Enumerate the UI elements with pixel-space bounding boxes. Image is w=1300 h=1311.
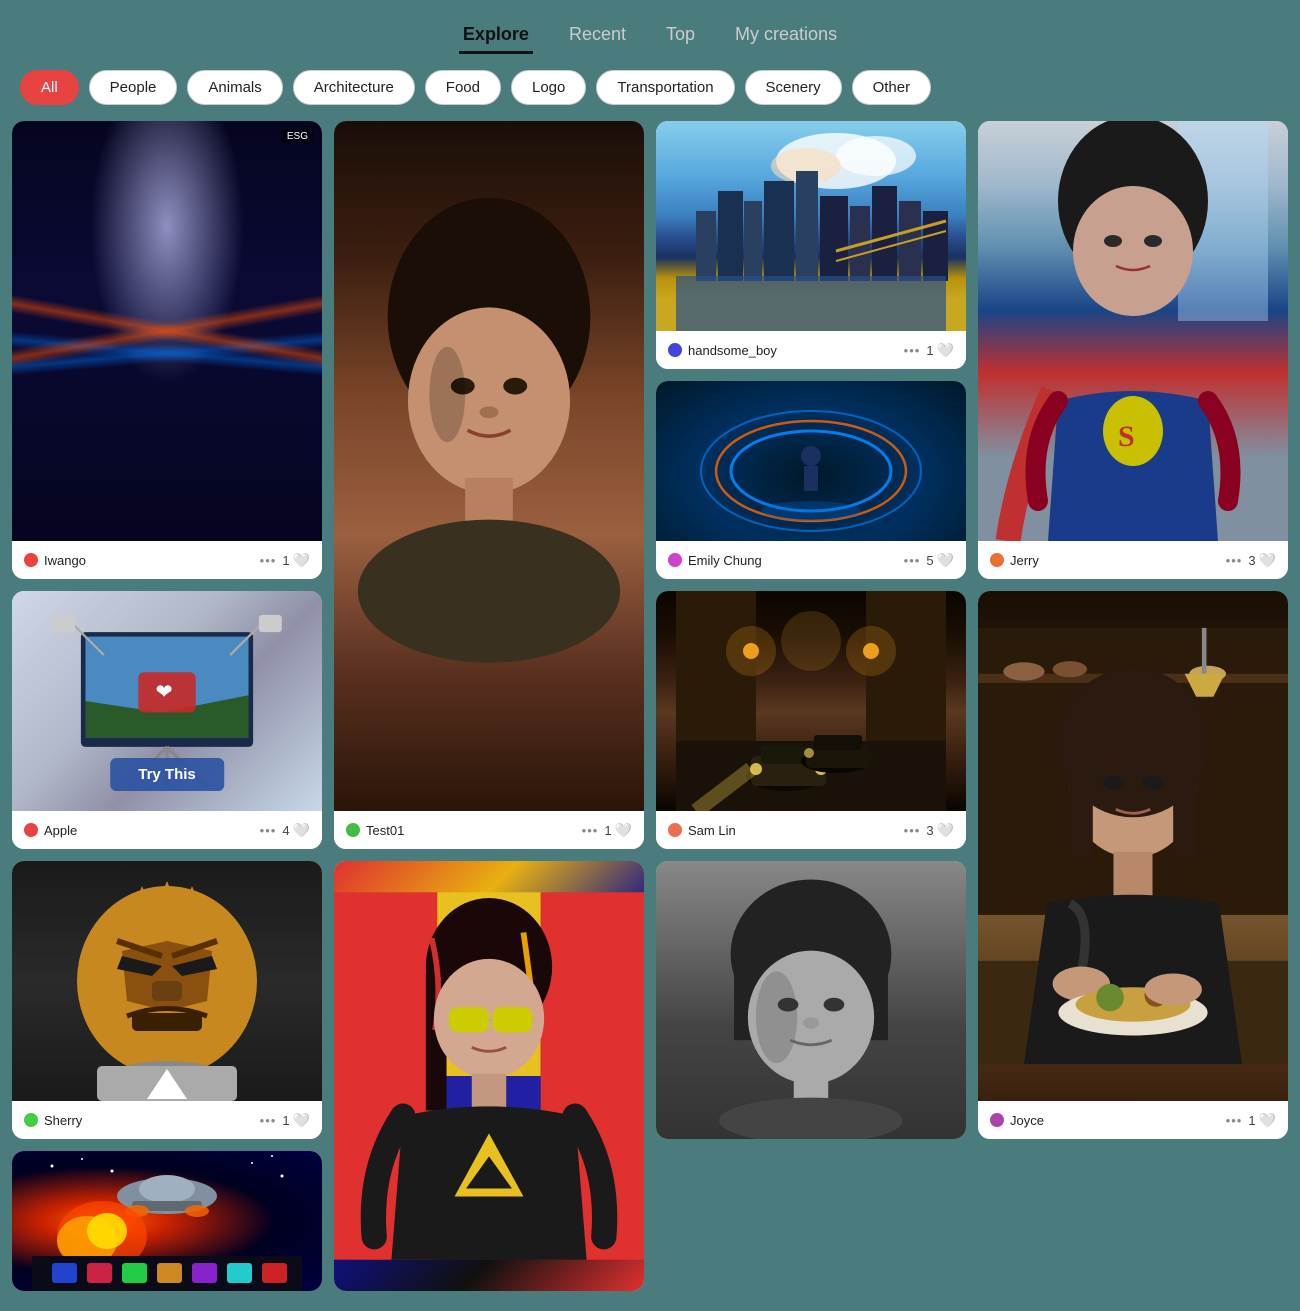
card-image bbox=[656, 381, 966, 541]
card-likes: 3 🤍 bbox=[1248, 552, 1276, 569]
card-footer: Sam Lin ••• 3 🤍 bbox=[656, 811, 966, 849]
card-likes: 3 🤍 bbox=[926, 822, 954, 839]
filter-people[interactable]: People bbox=[89, 70, 178, 105]
card-image bbox=[12, 861, 322, 1101]
card-likes: 1 🤍 bbox=[282, 552, 310, 569]
heart-icon[interactable]: 🤍 bbox=[1259, 552, 1276, 569]
card-image: ESG bbox=[12, 121, 322, 541]
heart-icon[interactable]: 🤍 bbox=[937, 822, 954, 839]
heart-icon[interactable]: 🤍 bbox=[937, 552, 954, 569]
card-username: Test01 bbox=[366, 823, 576, 838]
filter-bar: All People Animals Architecture Food Log… bbox=[0, 54, 1300, 121]
card-handsome-boy[interactable]: handsome_boy ••• 1 🤍 bbox=[656, 121, 966, 369]
avatar bbox=[668, 553, 682, 567]
card-image: ❤ Try This bbox=[12, 591, 322, 811]
card-footer: Emily Chung ••• 5 🤍 bbox=[656, 541, 966, 579]
card-username: Sherry bbox=[44, 1113, 254, 1128]
tab-explore[interactable]: Explore bbox=[459, 18, 533, 54]
card-footer: Test01 ••• 1 🤍 bbox=[334, 811, 644, 849]
heart-icon[interactable]: 🤍 bbox=[1259, 1112, 1276, 1129]
card-space[interactable] bbox=[12, 1151, 322, 1291]
avatar bbox=[24, 553, 38, 567]
card-test01[interactable]: Test01 ••• 1 🤍 bbox=[334, 121, 644, 849]
card-likes: 1 🤍 bbox=[604, 822, 632, 839]
filter-scenery[interactable]: Scenery bbox=[745, 70, 842, 105]
card-username: Apple bbox=[44, 823, 254, 838]
card-image bbox=[656, 861, 966, 1139]
card-likes: 1 🤍 bbox=[1248, 1112, 1276, 1129]
card-dots[interactable]: ••• bbox=[260, 553, 277, 568]
card-dots[interactable]: ••• bbox=[904, 553, 921, 568]
try-this-overlay[interactable]: Try This bbox=[110, 758, 224, 791]
esg-badge: ESG bbox=[281, 129, 314, 144]
svg-text:S: S bbox=[1118, 420, 1135, 453]
card-username: Iwango bbox=[44, 553, 254, 568]
filter-food[interactable]: Food bbox=[425, 70, 501, 105]
card-image bbox=[334, 121, 644, 811]
card-image: S bbox=[978, 121, 1288, 541]
avatar bbox=[24, 1113, 38, 1127]
card-joyce[interactable]: Joyce ••• 1 🤍 bbox=[978, 591, 1288, 1139]
card-iwango[interactable]: ESG Iwango ••• 1 🤍 bbox=[12, 121, 322, 579]
tab-my-creations[interactable]: My creations bbox=[731, 18, 841, 54]
card-footer: Jerry ••• 3 🤍 bbox=[978, 541, 1288, 579]
card-username: Jerry bbox=[1010, 553, 1220, 568]
filter-logo[interactable]: Logo bbox=[511, 70, 586, 105]
card-woman-bw[interactable] bbox=[656, 861, 966, 1139]
card-dots[interactable]: ••• bbox=[904, 343, 921, 358]
filter-animals[interactable]: Animals bbox=[187, 70, 282, 105]
heart-icon[interactable]: 🤍 bbox=[293, 1112, 310, 1129]
filter-architecture[interactable]: Architecture bbox=[293, 70, 415, 105]
heart-icon[interactable]: 🤍 bbox=[293, 552, 310, 569]
card-sherry[interactable]: Sherry ••• 1 🤍 bbox=[12, 861, 322, 1139]
card-footer: Iwango ••• 1 🤍 bbox=[12, 541, 322, 579]
card-jerry[interactable]: S Jerry ••• 3 🤍 bbox=[978, 121, 1288, 579]
avatar bbox=[24, 823, 38, 837]
card-likes: 4 🤍 bbox=[282, 822, 310, 839]
image-grid: ESG Iwango ••• 1 🤍 bbox=[0, 121, 1300, 1311]
card-footer: Joyce ••• 1 🤍 bbox=[978, 1101, 1288, 1139]
card-sam-lin[interactable]: Sam Lin ••• 3 🤍 bbox=[656, 591, 966, 849]
card-image bbox=[656, 591, 966, 811]
card-dots[interactable]: ••• bbox=[1226, 553, 1243, 568]
card-image bbox=[334, 861, 644, 1291]
card-footer: handsome_boy ••• 1 🤍 bbox=[656, 331, 966, 369]
card-dots[interactable]: ••• bbox=[260, 823, 277, 838]
card-dots[interactable]: ••• bbox=[1226, 1113, 1243, 1128]
avatar bbox=[346, 823, 360, 837]
svg-text:❤: ❤ bbox=[156, 681, 173, 704]
heart-icon[interactable]: 🤍 bbox=[615, 822, 632, 839]
card-username: Joyce bbox=[1010, 1113, 1220, 1128]
avatar bbox=[990, 1113, 1004, 1127]
tab-top[interactable]: Top bbox=[662, 18, 699, 54]
tab-recent[interactable]: Recent bbox=[565, 18, 630, 54]
card-image bbox=[12, 1151, 322, 1291]
card-username: Emily Chung bbox=[688, 553, 898, 568]
card-emily-chung[interactable]: Emily Chung ••• 5 🤍 bbox=[656, 381, 966, 579]
card-dots[interactable]: ••• bbox=[260, 1113, 277, 1128]
avatar bbox=[668, 343, 682, 357]
card-image bbox=[978, 591, 1288, 1101]
card-image bbox=[656, 121, 966, 331]
card-footer: Sherry ••• 1 🤍 bbox=[12, 1101, 322, 1139]
filter-transportation[interactable]: Transportation bbox=[596, 70, 734, 105]
nav-tabs: Explore Recent Top My creations bbox=[0, 0, 1300, 54]
card-apple[interactable]: ❤ Try This Apple ••• 4 🤍 bbox=[12, 591, 322, 849]
card-footer: Apple ••• 4 🤍 bbox=[12, 811, 322, 849]
heart-icon[interactable]: 🤍 bbox=[293, 822, 310, 839]
card-username: handsome_boy bbox=[688, 343, 898, 358]
heart-icon[interactable]: 🤍 bbox=[937, 342, 954, 359]
card-superhero-woman[interactable] bbox=[334, 861, 644, 1291]
card-dots[interactable]: ••• bbox=[904, 823, 921, 838]
card-likes: 1 🤍 bbox=[926, 342, 954, 359]
filter-all[interactable]: All bbox=[20, 70, 79, 105]
card-dots[interactable]: ••• bbox=[582, 823, 599, 838]
card-likes: 1 🤍 bbox=[282, 1112, 310, 1129]
card-likes: 5 🤍 bbox=[926, 552, 954, 569]
card-username: Sam Lin bbox=[688, 823, 898, 838]
avatar bbox=[668, 823, 682, 837]
filter-other[interactable]: Other bbox=[852, 70, 932, 105]
avatar bbox=[990, 553, 1004, 567]
